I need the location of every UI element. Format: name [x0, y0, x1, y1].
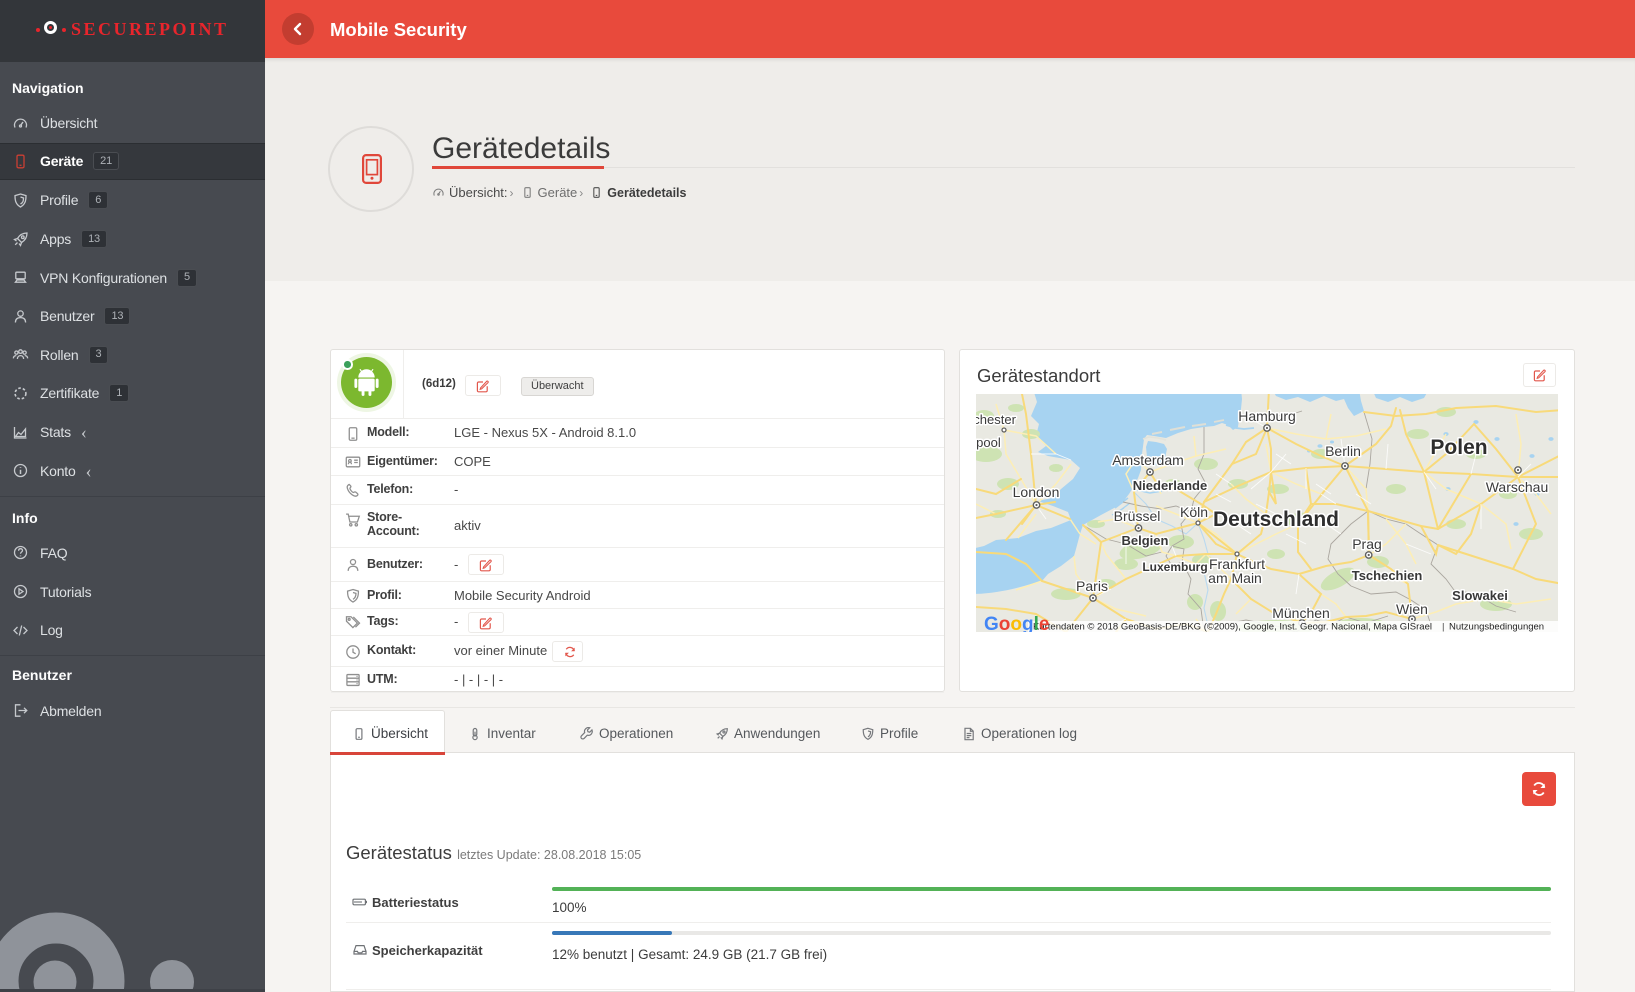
svg-text:Nutzungsbedingungen: Nutzungsbedingungen: [1449, 622, 1544, 633]
svg-text:Google: Google: [984, 614, 1049, 632]
svg-text:Warschau: Warschau: [1486, 479, 1549, 495]
svg-text:Brüssel: Brüssel: [1114, 508, 1161, 524]
svg-text:München: München: [1272, 605, 1330, 621]
svg-text:Niederlande: Niederlande: [1133, 478, 1207, 493]
svg-text:Liverpool: Liverpool: [976, 435, 1001, 450]
svg-text:am Main: am Main: [1208, 570, 1262, 586]
svg-text:Belgien: Belgien: [1122, 533, 1169, 548]
svg-text:Amsterdam: Amsterdam: [1112, 452, 1184, 468]
svg-text:Manchester: Manchester: [976, 412, 1017, 427]
svg-text:Köln: Köln: [1180, 504, 1208, 520]
svg-text:Slowakei: Slowakei: [1452, 588, 1508, 603]
svg-text:Kartendaten © 2018 GeoBasis-DE: Kartendaten © 2018 GeoBasis-DE/BKG (©200…: [1033, 622, 1432, 633]
svg-text:Prag: Prag: [1352, 536, 1382, 552]
svg-text:|: |: [1442, 622, 1444, 633]
svg-text:Tschechien: Tschechien: [1352, 568, 1423, 583]
svg-text:Hamburg: Hamburg: [1238, 408, 1296, 424]
svg-text:Deutschland: Deutschland: [1213, 508, 1339, 531]
svg-text:London: London: [1013, 484, 1060, 500]
svg-text:Polen: Polen: [1430, 436, 1487, 459]
svg-text:Wien: Wien: [1396, 601, 1428, 617]
svg-text:Luxemburg: Luxemburg: [1142, 560, 1207, 574]
svg-text:Paris: Paris: [1076, 578, 1108, 594]
svg-text:Berlin: Berlin: [1325, 443, 1361, 459]
